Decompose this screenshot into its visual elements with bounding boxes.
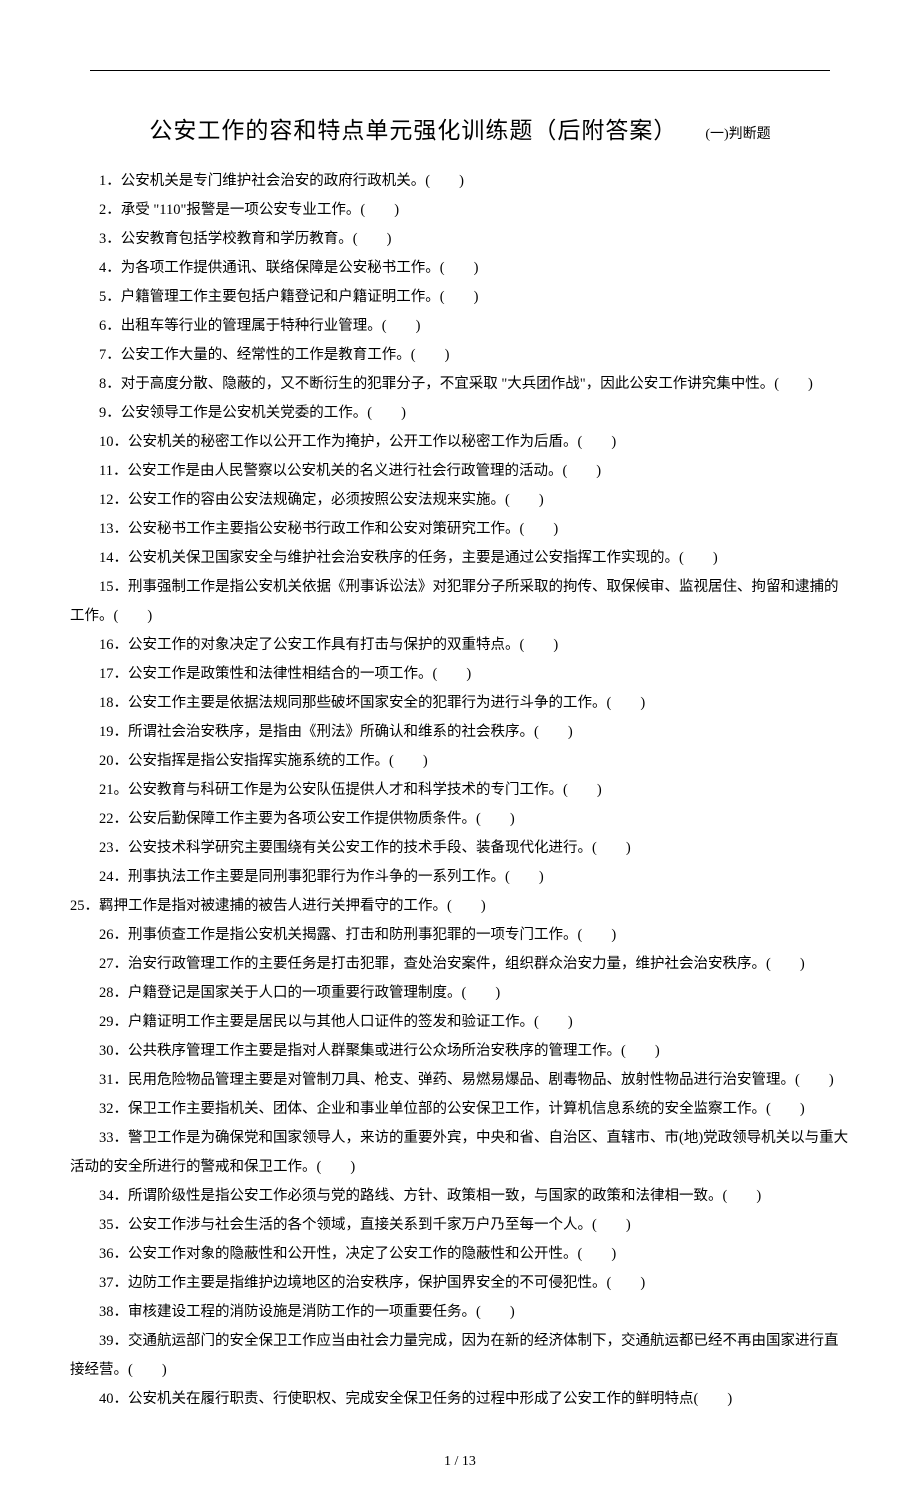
page-number: 1 / 13 bbox=[70, 1454, 850, 1470]
question-item: 38．审核建设工程的消防设施是消防工作的一项重要任务。( ) bbox=[70, 1298, 850, 1327]
page-title-line: 公安工作的容和特点单元强化训练题（后附答案） (一)判断题 bbox=[70, 111, 850, 145]
question-item: 24．刑事执法工作主要是同刑事犯罪行为作斗争的一系列工作。( ) bbox=[70, 863, 850, 892]
question-item: 23．公安技术科学研究主要围绕有关公安工作的技术手段、装备现代化进行。( ) bbox=[70, 834, 850, 863]
question-item: 32．保卫工作主要指机关、团体、企业和事业单位部的公安保卫工作，计算机信息系统的… bbox=[70, 1095, 850, 1124]
question-item: 8．对于高度分散、隐蔽的，又不断衍生的犯罪分子，不宜采取 "大兵团作战"，因此公… bbox=[70, 370, 850, 399]
question-item: 12．公安工作的容由公安法规确定，必须按照公安法规来实施。( ) bbox=[70, 486, 850, 515]
question-list: 1．公安机关是专门维护社会治安的政府行政机关。( ) 2．承受 "110"报警是… bbox=[70, 167, 850, 1414]
question-item: 11．公安工作是由人民警察以公安机关的名义进行社会行政管理的活动。( ) bbox=[70, 457, 850, 486]
question-item: 30．公共秩序管理工作主要是指对人群聚集或进行公众场所治安秩序的管理工作。( ) bbox=[70, 1037, 850, 1066]
question-item: 5．户籍管理工作主要包括户籍登记和户籍证明工作。( ) bbox=[70, 283, 850, 312]
question-item: 36．公安工作对象的隐蔽性和公开性，决定了公安工作的隐蔽性和公开性。( ) bbox=[70, 1240, 850, 1269]
question-item: 26．刑事侦查工作是指公安机关揭露、打击和防刑事犯罪的一项专门工作。( ) bbox=[70, 921, 850, 950]
question-item: 6．出租车等行业的管理属于特种行业管理。( ) bbox=[70, 312, 850, 341]
page-title: 公安工作的容和特点单元强化训练题（后附答案） bbox=[149, 118, 677, 143]
question-item: 16．公安工作的对象决定了公安工作具有打击与保护的双重特点。( ) bbox=[70, 631, 850, 660]
question-item: 7．公安工作大量的、经常性的工作是教育工作。( ) bbox=[70, 341, 850, 370]
question-item: 28．户籍登记是国家关于人口的一项重要行政管理制度。( ) bbox=[70, 979, 850, 1008]
question-item: 25．羁押工作是指对被逮捕的被告人进行关押看守的工作。( ) bbox=[70, 892, 850, 921]
question-item: 29．户籍证明工作主要是居民以与其他人口证件的签发和验证工作。( ) bbox=[70, 1008, 850, 1037]
question-item: 22．公安后勤保障工作主要为各项公安工作提供物质条件。( ) bbox=[70, 805, 850, 834]
question-item: 39．交通航运部门的安全保卫工作应当由社会力量完成，因为在新的经济体制下，交通航… bbox=[70, 1327, 850, 1385]
question-item: 31．民用危险物品管理主要是对管制刀具、枪支、弹药、易燃易爆品、剧毒物品、放射性… bbox=[70, 1066, 850, 1095]
question-item: 4．为各项工作提供通讯、联络保障是公安秘书工作。( ) bbox=[70, 254, 850, 283]
question-item: 20．公安指挥是指公安指挥实施系统的工作。( ) bbox=[70, 747, 850, 776]
question-item: 40．公安机关在履行职责、行使职权、完成安全保卫任务的过程中形成了公安工作的鲜明… bbox=[70, 1385, 850, 1414]
question-item: 27．治安行政管理工作的主要任务是打击犯罪，查处治安案件，组织群众治安力量，维护… bbox=[70, 950, 850, 979]
question-item: 17．公安工作是政策性和法律性相结合的一项工作。( ) bbox=[70, 660, 850, 689]
horizontal-rule bbox=[90, 70, 830, 71]
question-item: 2．承受 "110"报警是一项公安专业工作。( ) bbox=[70, 196, 850, 225]
question-item: 34．所谓阶级性是指公安工作必须与党的路线、方针、政策相一致，与国家的政策和法律… bbox=[70, 1182, 850, 1211]
question-item: 18．公安工作主要是依据法规同那些破坏国家安全的犯罪行为进行斗争的工作。( ) bbox=[70, 689, 850, 718]
section-label: (一)判断题 bbox=[705, 127, 770, 142]
question-item: 15．刑事强制工作是指公安机关依据《刑事诉讼法》对犯罪分子所采取的拘传、取保候审… bbox=[70, 573, 850, 631]
question-item: 21。公安教育与科研工作是为公安队伍提供人才和科学技术的专门工作。( ) bbox=[70, 776, 850, 805]
question-item: 3．公安教育包括学校教育和学历教育。( ) bbox=[70, 225, 850, 254]
question-item: 13．公安秘书工作主要指公安秘书行政工作和公安对策研究工作。( ) bbox=[70, 515, 850, 544]
question-item: 37．边防工作主要是指维护边境地区的治安秩序，保护国界安全的不可侵犯性。( ) bbox=[70, 1269, 850, 1298]
question-item: 19．所谓社会治安秩序，是指由《刑法》所确认和维系的社会秩序。( ) bbox=[70, 718, 850, 747]
question-item: 10．公安机关的秘密工作以公开工作为掩护，公开工作以秘密工作为后盾。( ) bbox=[70, 428, 850, 457]
question-item: 14．公安机关保卫国家安全与维护社会治安秩序的任务，主要是通过公安指挥工作实现的… bbox=[70, 544, 850, 573]
question-item: 1．公安机关是专门维护社会治安的政府行政机关。( ) bbox=[70, 167, 850, 196]
question-item: 33．警卫工作是为确保党和国家领导人，来访的重要外宾，中央和省、自治区、直辖市、… bbox=[70, 1124, 850, 1182]
question-item: 9．公安领导工作是公安机关党委的工作。( ) bbox=[70, 399, 850, 428]
question-item: 35．公安工作涉与社会生活的各个领域，直接关系到千家万户乃至每一个人。( ) bbox=[70, 1211, 850, 1240]
